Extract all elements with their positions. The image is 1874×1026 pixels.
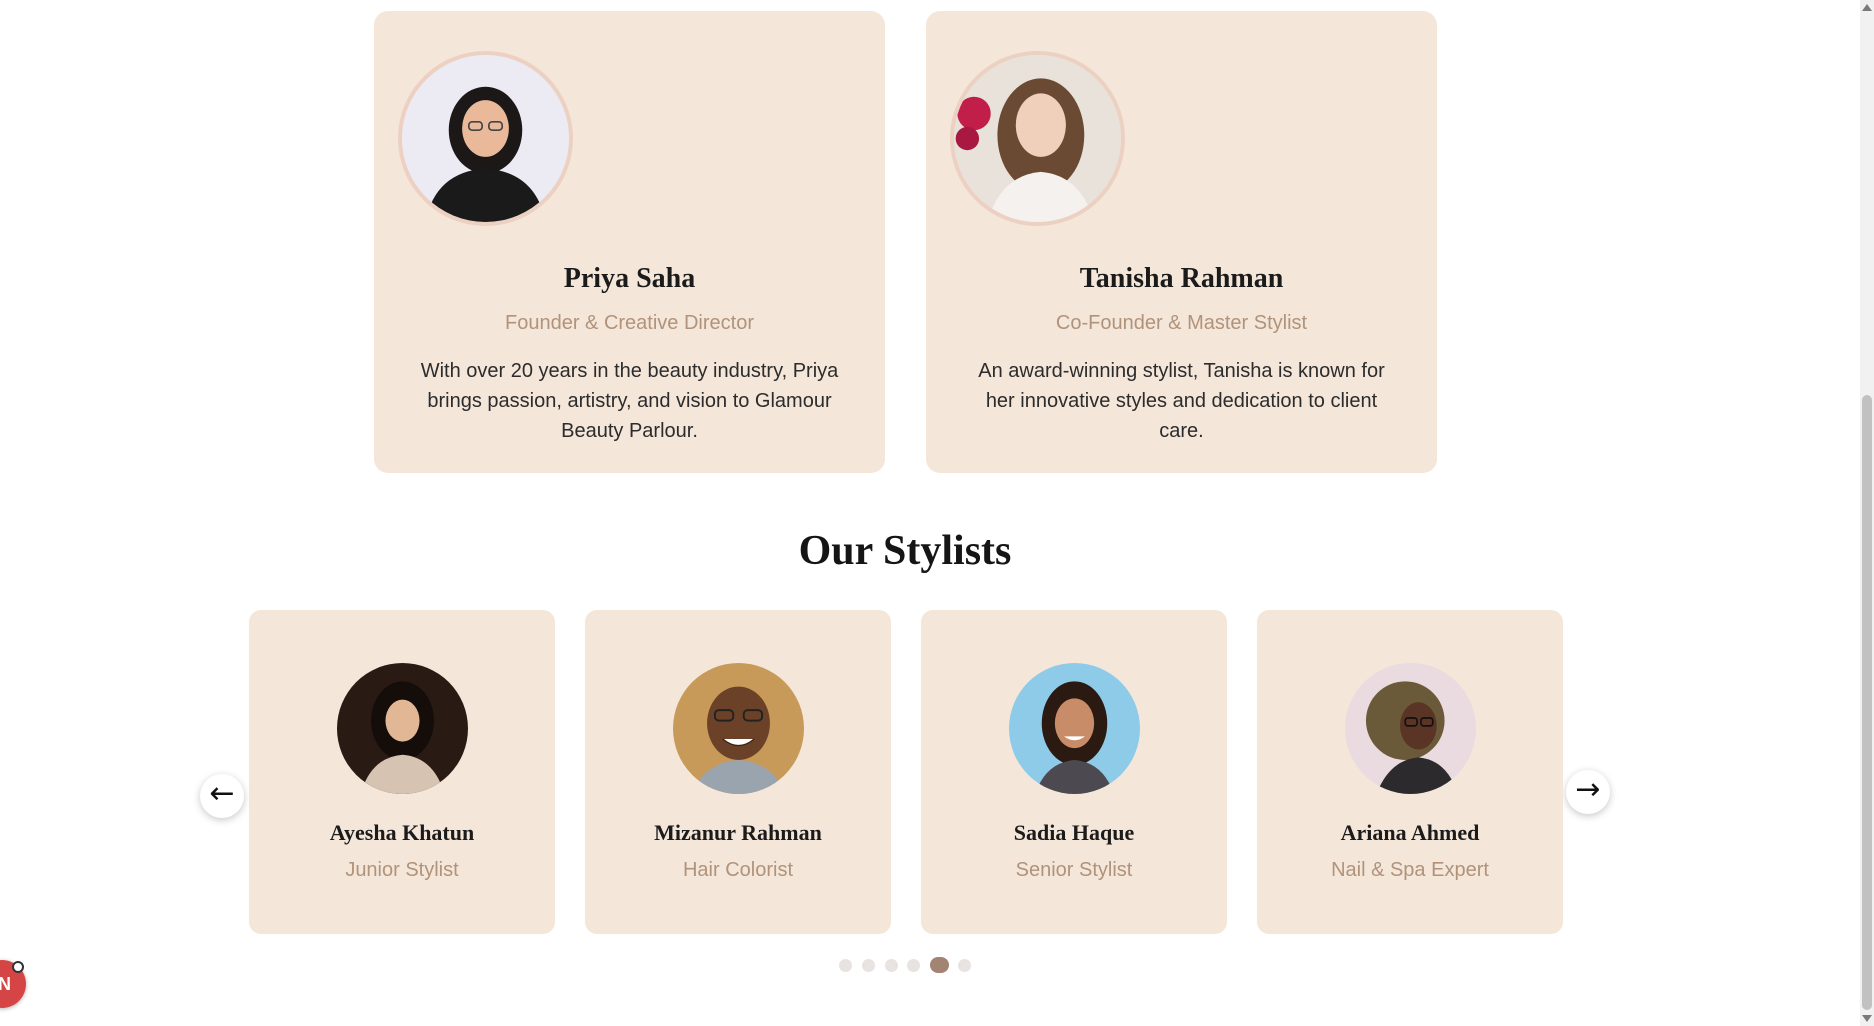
leader-name: Priya Saha — [563, 263, 696, 294]
pagination-dot[interactable] — [839, 959, 852, 972]
avatar — [398, 51, 573, 226]
leader-card-priya: Priya Saha Founder & Creative Director W… — [374, 11, 885, 473]
stylist-card: Ayesha Khatun Junior Stylist — [249, 610, 555, 934]
leader-card-tanisha: Tanisha Rahman Co-Founder & Master Styli… — [926, 11, 1437, 473]
avatar — [673, 663, 804, 794]
pagination-dot[interactable] — [862, 959, 875, 972]
scroll-up-arrow-icon[interactable] — [1862, 4, 1872, 11]
avatar — [337, 663, 468, 794]
carousel-next-button[interactable]: → — [1566, 770, 1610, 814]
scrollbar-thumb[interactable] — [1862, 395, 1872, 1010]
stylist-role: Hair Colorist — [682, 859, 794, 881]
stylist-card: Ariana Ahmed Nail & Spa Expert — [1257, 610, 1563, 934]
stylist-name: Ayesha Khatun — [329, 820, 475, 845]
leader-bio: With over 20 years in the beauty industr… — [420, 360, 839, 442]
floating-chat-widget[interactable]: N — [0, 960, 26, 1008]
pagination-dot[interactable] — [885, 959, 898, 972]
pagination-dot[interactable] — [958, 959, 971, 972]
stylist-role: Junior Stylist — [345, 859, 459, 881]
pagination-dot[interactable] — [907, 959, 920, 972]
avatar — [1009, 663, 1140, 794]
carousel-prev-button[interactable]: ← — [200, 774, 244, 818]
stylist-name: Mizanur Rahman — [654, 820, 822, 845]
leader-bio: An award-winning stylist, Tanisha is kno… — [978, 360, 1385, 442]
pagination-dot-active[interactable] — [930, 957, 949, 973]
stylist-name: Sadia Haque — [1013, 820, 1135, 845]
leader-name: Tanisha Rahman — [1079, 263, 1284, 294]
notification-badge — [12, 961, 24, 973]
widget-glyph: N — [0, 974, 11, 994]
stylist-name: Ariana Ahmed — [1340, 820, 1480, 845]
stylist-card: Mizanur Rahman Hair Colorist — [585, 610, 891, 934]
leader-role: Founder & Creative Director — [505, 312, 754, 334]
section-title: Our Stylists — [798, 528, 1012, 574]
stylist-role: Senior Stylist — [1015, 859, 1133, 881]
stylist-card: Sadia Haque Senior Stylist — [921, 610, 1227, 934]
stylist-role: Nail & Spa Expert — [1331, 859, 1489, 881]
leader-role: Co-Founder & Master Stylist — [1055, 312, 1308, 334]
page-scrollbar[interactable] — [1860, 0, 1874, 1026]
scroll-down-arrow-icon[interactable] — [1862, 1015, 1872, 1022]
avatar — [1345, 663, 1476, 794]
avatar — [950, 51, 1125, 226]
